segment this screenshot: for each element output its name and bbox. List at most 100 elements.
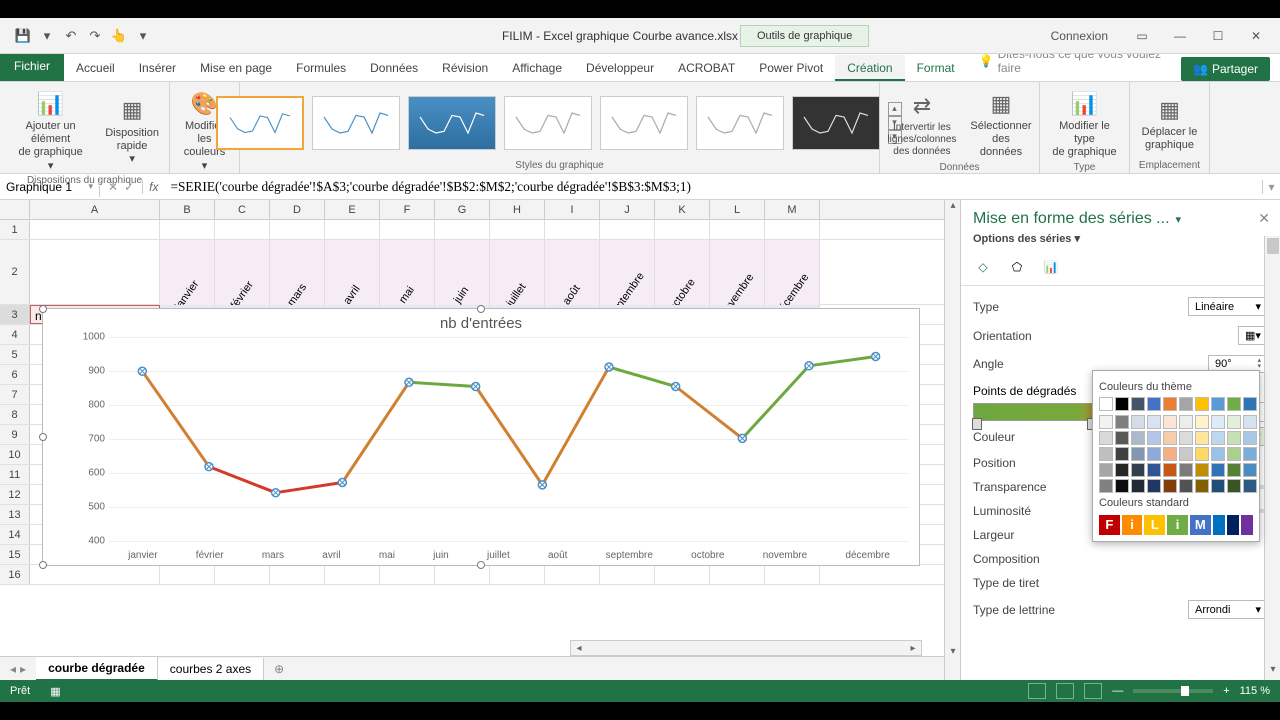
dropdown-icon[interactable]: ▾ [38, 27, 56, 45]
tab-developer[interactable]: Développeur [574, 55, 666, 81]
color-swatch[interactable] [1131, 463, 1145, 477]
color-swatch[interactable] [1211, 447, 1225, 461]
color-swatch[interactable] [1179, 447, 1193, 461]
chart-style-6[interactable] [696, 96, 784, 150]
color-swatch[interactable] [1211, 397, 1225, 411]
col-header[interactable]: D [270, 200, 325, 219]
color-swatch[interactable] [1099, 463, 1113, 477]
touch-mode-icon[interactable]: 👆 [110, 27, 128, 45]
type-select[interactable]: Linéaire▾ [1188, 297, 1268, 316]
cell[interactable] [30, 220, 160, 239]
pane-subtitle[interactable]: Options des séries ▾ [973, 232, 1268, 245]
color-swatch[interactable] [1099, 431, 1113, 445]
col-header[interactable]: B [160, 200, 215, 219]
embedded-chart[interactable]: nb d'entrées 4005006007008009001000 janv… [42, 308, 920, 566]
cell[interactable] [160, 565, 215, 584]
row-header[interactable]: 2 [0, 240, 30, 304]
cell[interactable] [435, 220, 490, 239]
add-chart-element-button[interactable]: 📊 Ajouter un élément de graphique▾ [6, 86, 95, 175]
cell[interactable]: février [215, 240, 270, 305]
ribbon-options-icon[interactable]: ▭ [1132, 29, 1152, 43]
color-swatch[interactable] [1227, 431, 1241, 445]
color-swatch[interactable] [1163, 431, 1177, 445]
cell[interactable] [325, 565, 380, 584]
cell[interactable] [215, 565, 270, 584]
cell[interactable] [380, 220, 435, 239]
cell[interactable] [30, 240, 160, 304]
cell[interactable] [765, 220, 820, 239]
cell[interactable] [600, 220, 655, 239]
color-swatch[interactable] [1243, 463, 1257, 477]
cell[interactable]: septembre [600, 240, 655, 305]
row-header[interactable]: 14 [0, 525, 30, 544]
select-all-corner[interactable] [0, 200, 30, 219]
chart-style-7[interactable] [792, 96, 880, 150]
chart-style-4[interactable] [504, 96, 592, 150]
col-header[interactable]: G [435, 200, 490, 219]
row-header[interactable]: 16 [0, 565, 30, 584]
row-header[interactable]: 9 [0, 425, 30, 444]
move-chart-button[interactable]: ▦ Déplacer le graphique [1138, 92, 1202, 154]
color-swatch[interactable] [1099, 415, 1113, 429]
color-swatch[interactable] [1099, 397, 1113, 411]
color-swatch[interactable] [1243, 415, 1257, 429]
color-swatch[interactable] [1131, 397, 1145, 411]
color-swatch[interactable] [1179, 479, 1193, 493]
cell[interactable]: juillet [490, 240, 545, 305]
color-swatch[interactable] [1227, 415, 1241, 429]
tab-insert[interactable]: Insérer [127, 55, 188, 81]
color-swatch[interactable] [1179, 415, 1193, 429]
color-swatch[interactable] [1131, 415, 1145, 429]
tab-acrobat[interactable]: ACROBAT [666, 55, 747, 81]
tab-layout[interactable]: Mise en page [188, 55, 284, 81]
color-swatch[interactable] [1147, 479, 1161, 493]
cell[interactable] [325, 220, 380, 239]
tab-formulas[interactable]: Formules [284, 55, 358, 81]
row-header[interactable]: 3 [0, 305, 30, 324]
color-swatch[interactable] [1115, 463, 1129, 477]
cell[interactable] [490, 220, 545, 239]
normal-view-button[interactable] [1028, 683, 1046, 699]
cell[interactable]: novembre [710, 240, 765, 305]
color-swatch[interactable] [1243, 479, 1257, 493]
color-swatch[interactable] [1227, 397, 1241, 411]
color-swatch[interactable] [1243, 397, 1257, 411]
color-swatch[interactable] [1211, 415, 1225, 429]
cell[interactable] [215, 220, 270, 239]
worksheet[interactable]: ABCDEFGHIJKLM 12janvierfévriermarsavrilm… [0, 200, 944, 680]
color-swatch[interactable] [1211, 431, 1225, 445]
row-header[interactable]: 15 [0, 545, 30, 564]
tab-data[interactable]: Données [358, 55, 430, 81]
row-header[interactable]: 6 [0, 365, 30, 384]
color-swatch[interactable] [1099, 447, 1113, 461]
col-header[interactable]: L [710, 200, 765, 219]
row-header[interactable]: 8 [0, 405, 30, 424]
color-swatch[interactable] [1131, 479, 1145, 493]
color-swatch[interactable] [1195, 479, 1209, 493]
cell[interactable] [655, 565, 710, 584]
color-swatch[interactable] [1163, 415, 1177, 429]
horizontal-scrollbar[interactable]: ◂▸ [570, 640, 922, 656]
save-icon[interactable]: 💾 [14, 27, 32, 45]
color-swatch[interactable] [1115, 447, 1129, 461]
cell[interactable]: août [545, 240, 600, 305]
close-pane-icon[interactable]: ✕ [1258, 210, 1270, 227]
color-swatch[interactable] [1163, 479, 1177, 493]
color-swatch[interactable] [1147, 397, 1161, 411]
color-swatch[interactable] [1195, 415, 1209, 429]
chart-style-2[interactable] [312, 96, 400, 150]
cell[interactable] [30, 565, 160, 584]
color-swatch[interactable] [1211, 463, 1225, 477]
col-header[interactable]: H [490, 200, 545, 219]
series-options-icon[interactable]: 📊 [1041, 257, 1061, 277]
row-header[interactable]: 1 [0, 220, 30, 239]
vertical-scrollbar[interactable]: ▴ ▾ [944, 200, 960, 680]
cell[interactable] [380, 565, 435, 584]
row-header[interactable]: 11 [0, 465, 30, 484]
color-swatch[interactable] [1163, 397, 1177, 411]
tab-home[interactable]: Accueil [64, 55, 127, 81]
chart-style-3[interactable] [408, 96, 496, 150]
cell[interactable]: janvier [160, 240, 215, 305]
col-header[interactable]: E [325, 200, 380, 219]
color-swatch[interactable] [1115, 397, 1129, 411]
